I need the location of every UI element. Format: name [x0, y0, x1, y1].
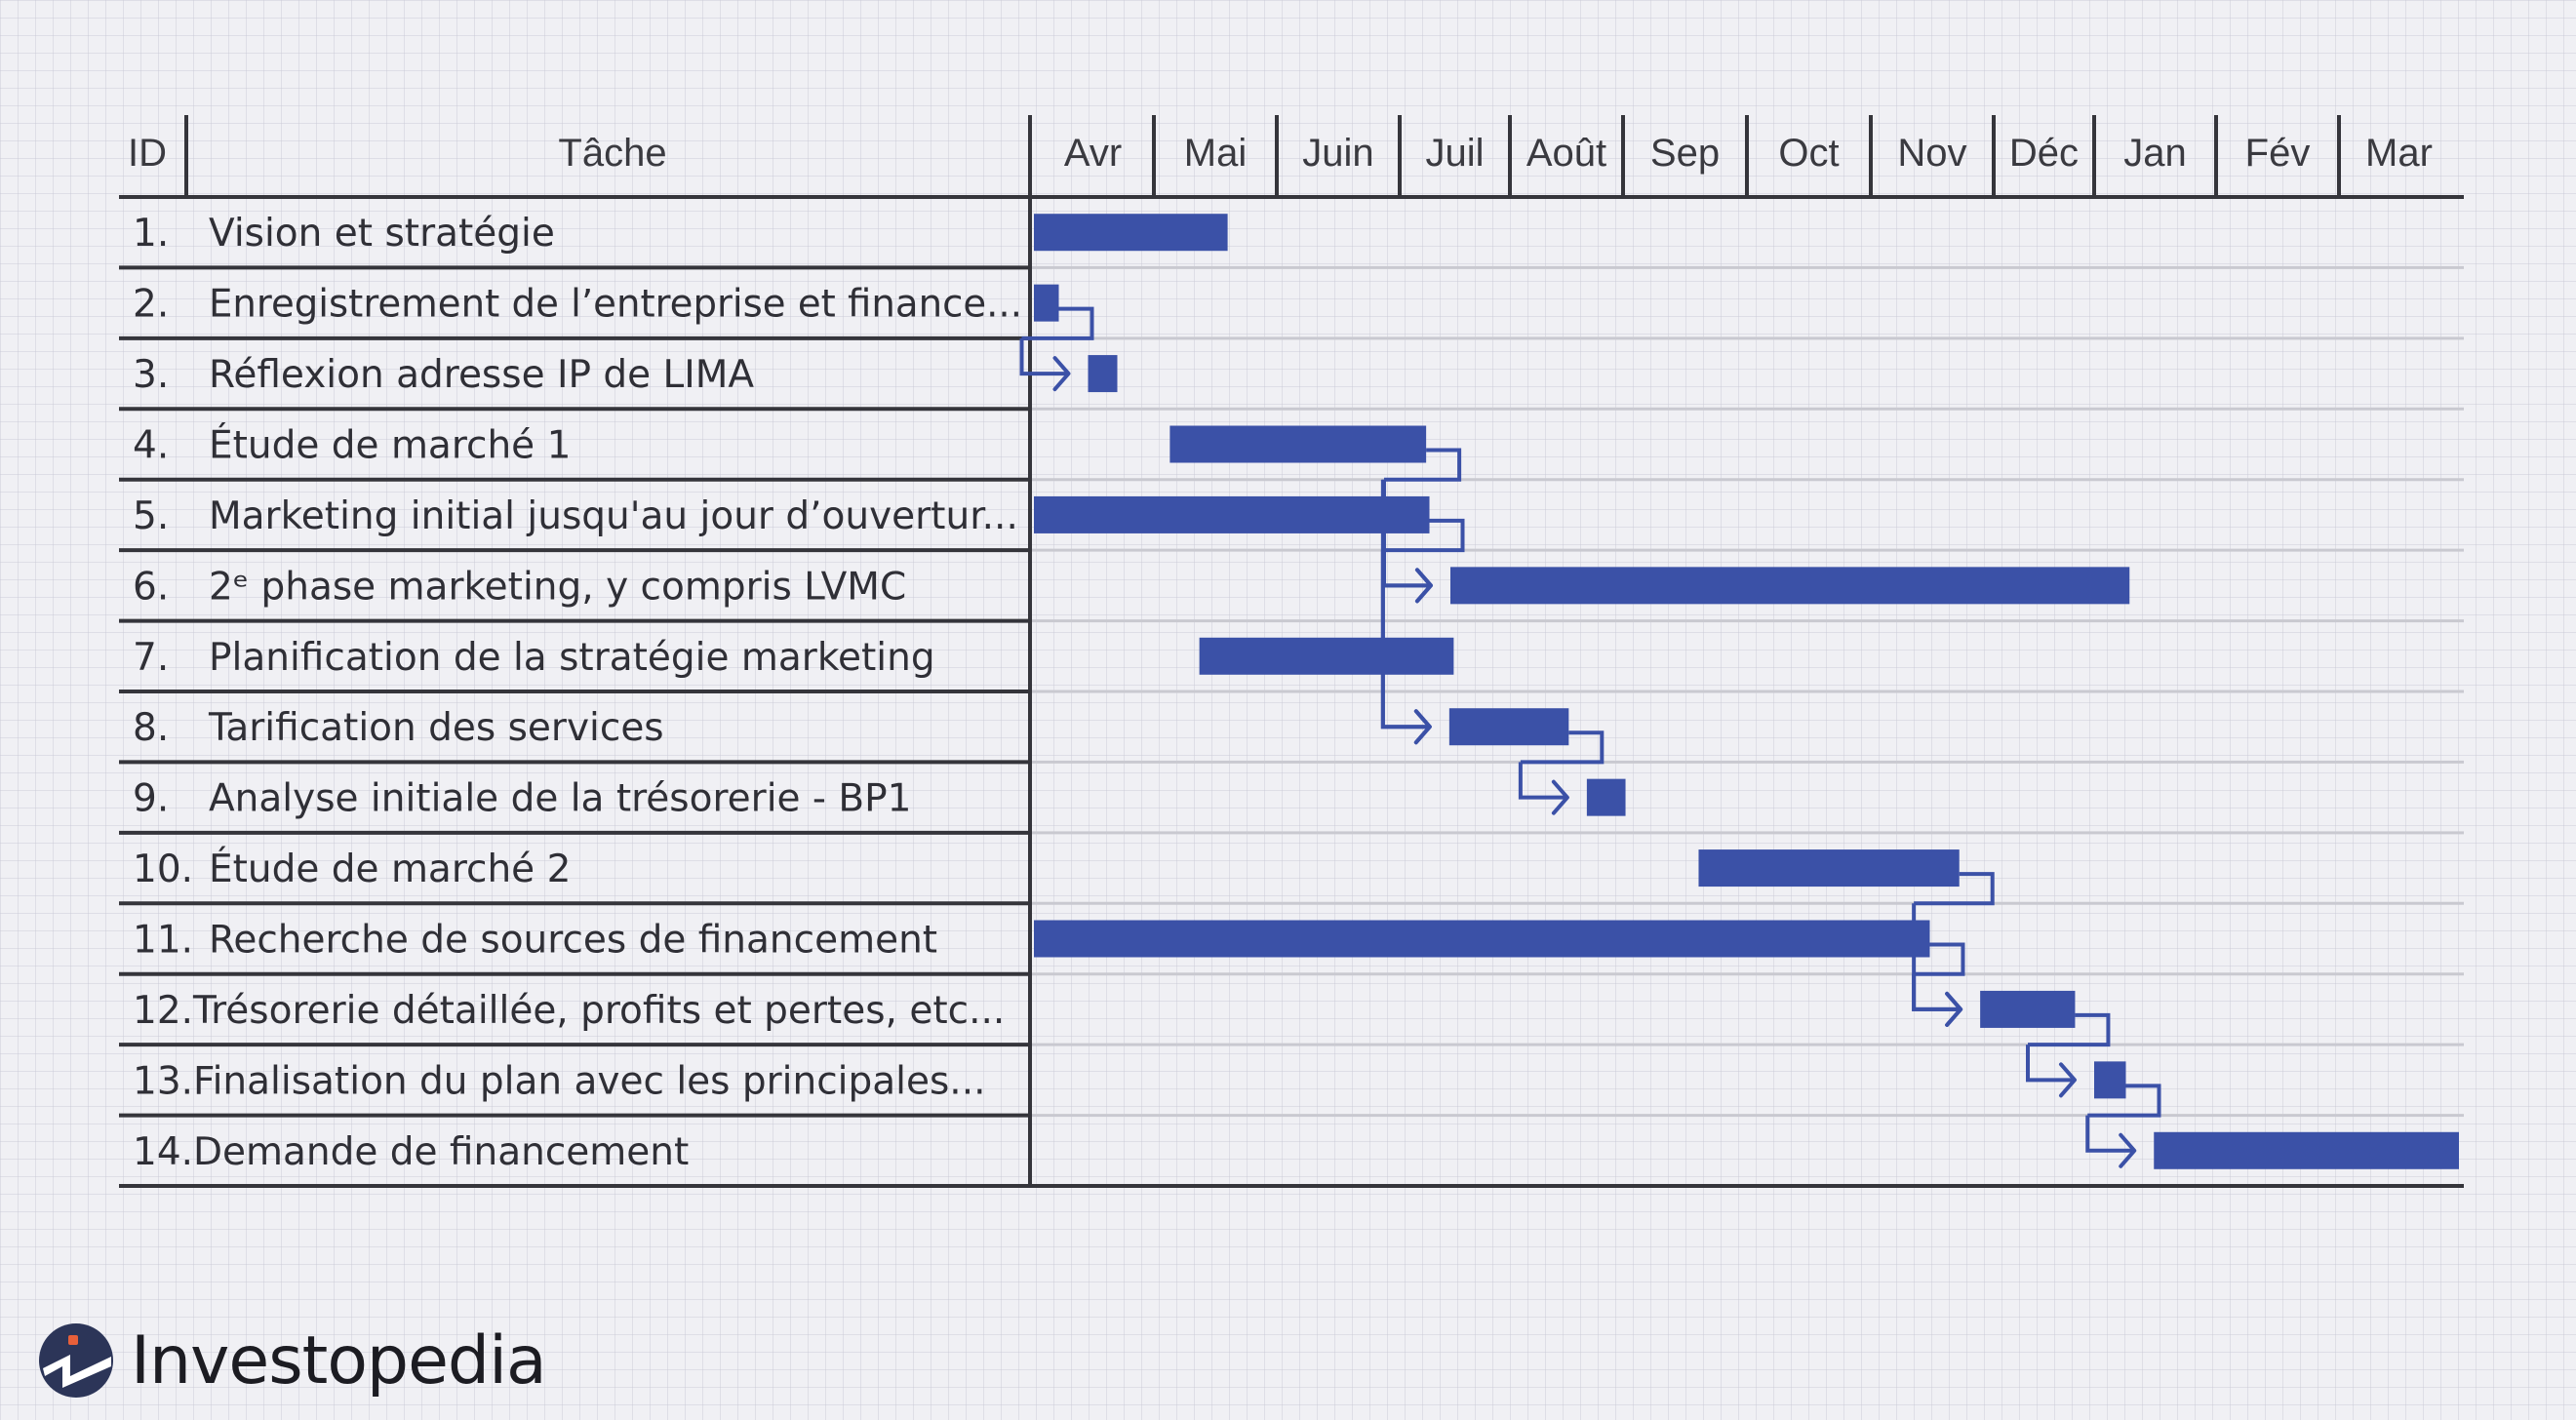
task-name: Analyse initiale de la trésorerie - BP1	[209, 777, 911, 821]
gantt-bar-task-8	[1448, 708, 1569, 746]
month-label: Déc	[2009, 132, 2079, 175]
task-name: Étude de marché 1	[209, 422, 571, 468]
gantt-bar-task-5	[1034, 495, 1430, 533]
task-name: Étude de marché 2	[209, 846, 571, 891]
task-id: 12.	[133, 989, 193, 1033]
task-name: Marketing initial jusqu'au jour d’ouvert…	[209, 494, 1018, 538]
table-header: ID Tâche	[128, 132, 667, 175]
month-label: Mai	[1184, 132, 1247, 175]
task-name: Vision et stratégie	[209, 212, 555, 256]
task-name: Tarification des services	[208, 706, 664, 750]
task-id: 2.	[133, 283, 169, 327]
gantt-bar-task-2	[1034, 284, 1059, 322]
month-label: Sep	[1650, 132, 1720, 175]
column-header-id: ID	[128, 132, 167, 175]
task-name: Planification de la stratégie marketing	[209, 636, 935, 680]
task-id: 1.	[133, 212, 169, 256]
gantt-bar-task-1	[1034, 214, 1228, 252]
gantt-bar-task-9	[1586, 778, 1626, 816]
gantt-bar-task-3	[1088, 355, 1118, 393]
month-label: Fév	[2245, 132, 2311, 175]
logo-text: Investopedia	[131, 1321, 547, 1400]
month-label: Mar	[2365, 132, 2433, 175]
gantt-bar-task-6	[1449, 567, 2130, 605]
investopedia-logo-icon	[39, 1323, 113, 1398]
task-name: 2ᵉ phase marketing, y compris LVMC	[209, 565, 906, 609]
task-name: Finalisation du plan avec les principale…	[193, 1059, 986, 1103]
gantt-chart: ID Tâche Avr Mai Juin Juil Août Sep Oct Nov Déc J…	[119, 115, 2464, 1188]
gantt-bar-task-12	[1980, 990, 2076, 1028]
row-gridlines	[1030, 265, 2464, 1118]
task-id: 11.	[133, 919, 193, 963]
gantt-bar-task-14	[2154, 1131, 2459, 1169]
task-id: 10.	[133, 848, 193, 891]
gantt-bar-task-4	[1169, 425, 1427, 463]
gantt-bar-task-7	[1199, 637, 1454, 675]
month-label: Août	[1526, 132, 1606, 175]
month-label: Nov	[1897, 132, 1966, 175]
task-name: Réflexion adresse IP de LIMA	[209, 353, 754, 397]
task-id: 14.	[133, 1130, 193, 1174]
month-label: Juin	[1302, 132, 1373, 175]
task-id: 8.	[133, 706, 169, 750]
task-name: Demande de financement	[193, 1130, 689, 1174]
month-label: Avr	[1064, 132, 1122, 175]
gantt-bar-task-11	[1034, 920, 1930, 958]
gantt-bar-task-10	[1698, 849, 1960, 888]
task-name: Trésorerie détaillée, profits et pertes,…	[192, 989, 1005, 1033]
task-id: 4.	[133, 424, 169, 468]
month-label: Jan	[2123, 132, 2187, 175]
task-name: Recherche de sources de financement	[209, 919, 937, 963]
investopedia-logo: Investopedia	[35, 1317, 547, 1404]
task-id: 5.	[133, 494, 169, 538]
task-id: 7.	[133, 636, 169, 680]
task-id: 13.	[133, 1059, 193, 1103]
task-id: 9.	[133, 777, 169, 821]
task-id: 6.	[133, 565, 169, 609]
task-id: 3.	[133, 353, 169, 397]
gantt-bar-task-13	[2094, 1061, 2126, 1099]
month-label: Juil	[1425, 132, 1484, 175]
month-label: Oct	[1778, 132, 1839, 175]
column-header-task: Tâche	[558, 132, 666, 175]
task-name: Enregistrement de l’entreprise et financ…	[209, 283, 1022, 327]
